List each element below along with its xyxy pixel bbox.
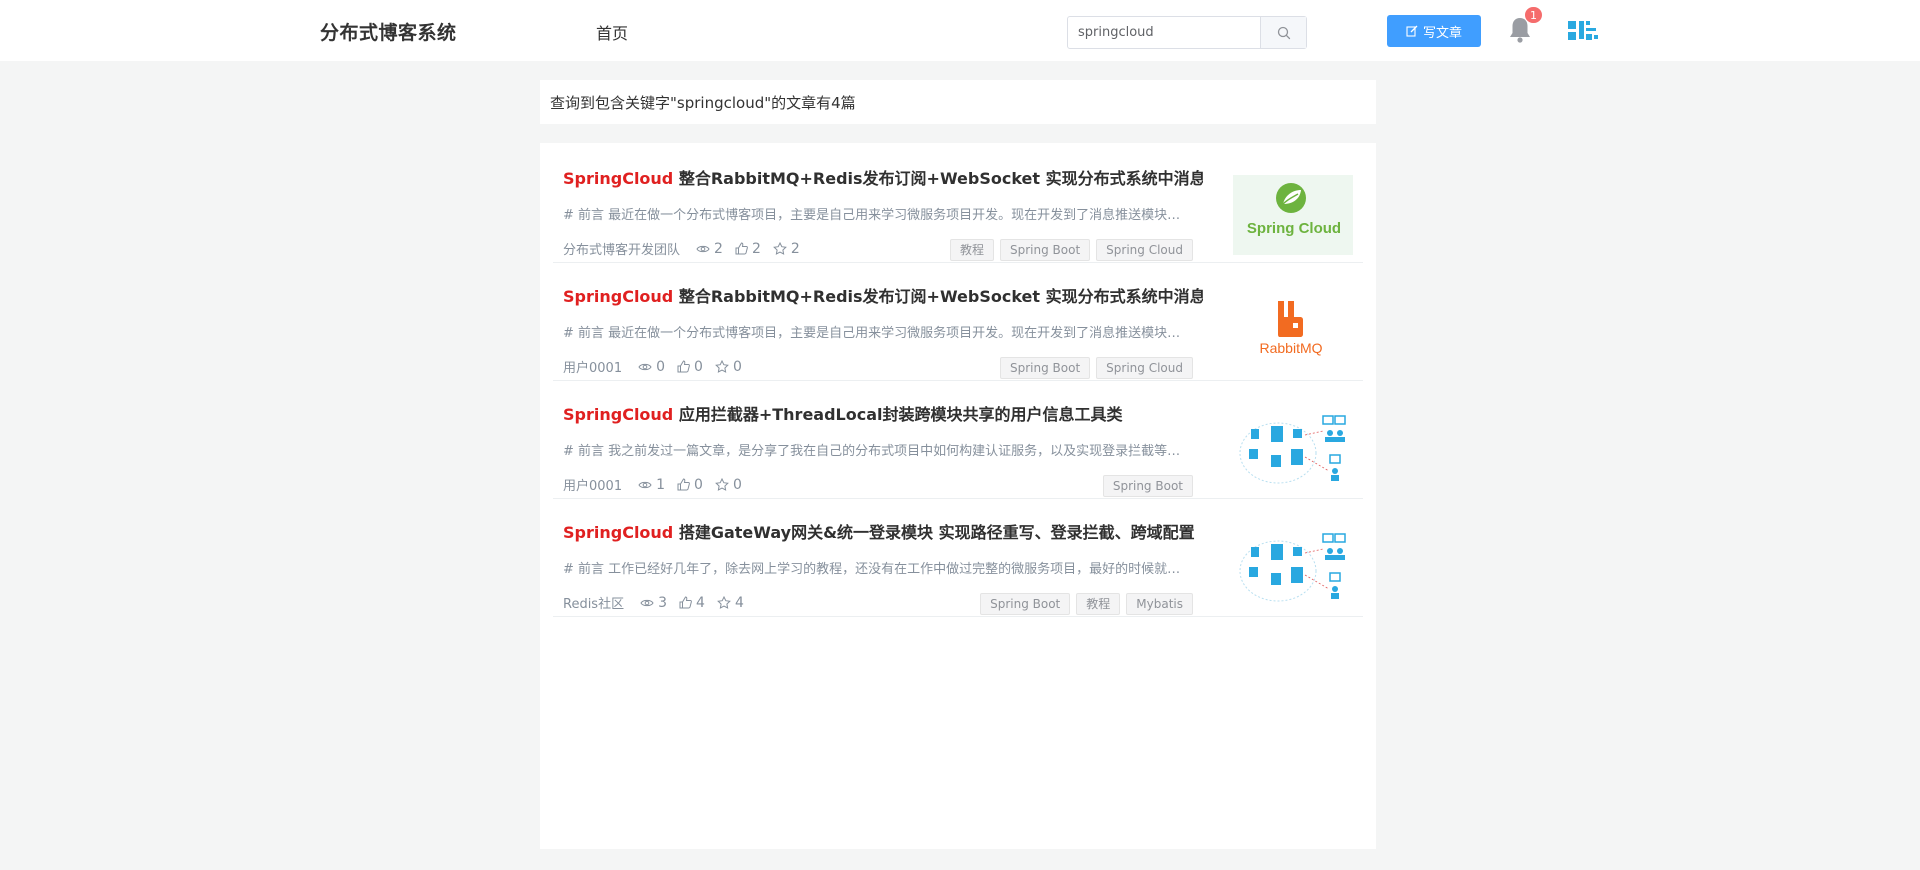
search-input[interactable]: [1068, 17, 1260, 48]
user-avatar[interactable]: [1562, 15, 1604, 47]
star-count-value: 4: [734, 594, 744, 611]
thumbs-up-icon: [677, 478, 690, 491]
article-meta: 分布式博客开发团队 2 2 2: [563, 239, 812, 259]
article-item[interactable]: SpringCloud 搭建GateWay网关&统一登录模块 实现路径重写、登录…: [553, 499, 1363, 617]
tag[interactable]: 教程: [1076, 593, 1121, 615]
article-author[interactable]: Redis社区: [563, 593, 624, 612]
thumbs-up-icon: [677, 360, 690, 373]
thumbs-up-icon: [735, 242, 748, 255]
search-icon: [1277, 26, 1290, 39]
view-count-value: 1: [656, 476, 666, 493]
article-author[interactable]: 分布式博客开发团队: [563, 239, 680, 258]
article-summary: # 前言 最近在做一个分布式博客项目，主要是自己用来学习微服务项目开发。现在开发…: [563, 326, 1193, 341]
thumbs-up-icon: [679, 596, 692, 609]
view-count-value: 0: [656, 358, 666, 375]
tag[interactable]: 教程: [949, 239, 994, 261]
article-summary: # 前言 我之前发过一篇文章，是分享了我在自己的分布式项目中如何构建认证服务，以…: [563, 444, 1193, 459]
search-button[interactable]: [1260, 17, 1306, 48]
view-count: 2: [696, 241, 723, 257]
star-count[interactable]: 4: [717, 595, 744, 611]
title-text: 整合RabbitMQ+Redis发布订阅+WebSocket 实现分布式系统中消…: [673, 169, 1203, 188]
tag[interactable]: Spring Boot: [1000, 239, 1091, 261]
eye-icon: [696, 245, 710, 252]
title-text: 整合RabbitMQ+Redis发布订阅+WebSocket 实现分布式系统中消…: [673, 287, 1203, 306]
tag[interactable]: Spring Boot: [980, 593, 1071, 615]
like-count[interactable]: 4: [679, 595, 705, 611]
like-count[interactable]: 0: [677, 477, 703, 493]
tag[interactable]: Spring Cloud: [1096, 239, 1193, 261]
article-title[interactable]: SpringCloud 整合RabbitMQ+Redis发布订阅+WebSock…: [563, 165, 1203, 189]
edit-icon: [1406, 25, 1418, 37]
title-keyword: SpringCloud: [563, 169, 674, 188]
eye-icon: [638, 481, 652, 488]
tag[interactable]: Spring Cloud: [1096, 357, 1193, 379]
star-count[interactable]: 0: [715, 477, 742, 493]
article-item[interactable]: SpringCloud 整合RabbitMQ+Redis发布订阅+WebSock…: [553, 263, 1363, 381]
star-count[interactable]: 0: [715, 359, 742, 375]
eye-icon: [640, 599, 654, 606]
article-list: SpringCloud 整合RabbitMQ+Redis发布订阅+WebSock…: [540, 143, 1376, 849]
view-count: 1: [638, 477, 665, 493]
rabbitmq-logo-text: RabbitMQ: [1259, 340, 1322, 356]
article-tags: Spring Boot Spring Cloud: [1000, 357, 1193, 379]
notification-badge: 1: [1524, 6, 1543, 24]
like-count-value: 0: [694, 476, 703, 493]
eye-icon: [638, 363, 652, 370]
search-result-text: 查询到包含关键字"springcloud"的文章有4篇: [550, 93, 856, 112]
article-item[interactable]: SpringCloud 应用拦截器+ThreadLocal封装跨模块共享的用户信…: [553, 381, 1363, 499]
microservice-diagram-thumbnail[interactable]: [1233, 529, 1353, 609]
article-title[interactable]: SpringCloud 整合RabbitMQ+Redis发布订阅+WebSock…: [563, 283, 1203, 307]
like-count[interactable]: 0: [677, 359, 703, 375]
article-tags: 教程 Spring Boot Spring Cloud: [949, 239, 1193, 261]
star-count-value: 2: [790, 240, 800, 257]
nav-home-link[interactable]: 首页: [596, 20, 628, 44]
star-icon: [715, 478, 729, 491]
tag[interactable]: Spring Boot: [1000, 357, 1091, 379]
view-count-value: 3: [658, 594, 668, 611]
write-article-label: 写文章: [1422, 25, 1462, 41]
like-count-value: 0: [694, 358, 703, 375]
article-item[interactable]: SpringCloud 整合RabbitMQ+Redis发布订阅+WebSock…: [553, 145, 1363, 263]
star-count-value: 0: [732, 476, 742, 493]
write-article-button[interactable]: 写文章: [1387, 15, 1481, 47]
article-meta: Redis社区 3 4 4: [563, 593, 756, 613]
view-count: 3: [640, 595, 667, 611]
article-summary: # 前言 工作已经好几年了，除去网上学习的教程，还没有在工作中做过完整的微服务项…: [563, 562, 1193, 577]
search-box: [1067, 16, 1307, 49]
star-icon: [715, 360, 729, 373]
view-count: 0: [638, 359, 665, 375]
site-logo[interactable]: 分布式博客系统: [320, 18, 457, 45]
rabbitmq-thumbnail[interactable]: RabbitMQ: [1233, 293, 1353, 373]
article-title[interactable]: SpringCloud 应用拦截器+ThreadLocal封装跨模块共享的用户信…: [563, 401, 1203, 425]
star-count-value: 0: [732, 358, 742, 375]
article-meta: 用户0001 1 0 0: [563, 475, 754, 495]
like-count[interactable]: 2: [735, 241, 761, 257]
article-title[interactable]: SpringCloud 搭建GateWay网关&统一登录模块 实现路径重写、登录…: [563, 519, 1203, 543]
star-icon: [772, 242, 787, 255]
title-text: 搭建GateWay网关&统一登录模块 实现路径重写、登录拦截、跨域配置: [673, 523, 1195, 542]
star-count[interactable]: 2: [772, 240, 800, 257]
article-author[interactable]: 用户0001: [563, 357, 622, 376]
article-tags: Spring Boot 教程 Mybatis: [980, 593, 1193, 615]
title-keyword: SpringCloud: [563, 405, 674, 424]
search-result-summary: 查询到包含关键字"springcloud"的文章有4篇: [540, 80, 1376, 124]
title-text: 应用拦截器+ThreadLocal封装跨模块共享的用户信息工具类: [673, 405, 1123, 424]
article-summary: # 前言 最近在做一个分布式博客项目，主要是自己用来学习微服务项目开发。现在开发…: [563, 208, 1193, 223]
star-icon: [717, 596, 731, 609]
like-count-value: 2: [751, 240, 761, 257]
article-meta: 用户0001 0 0 0: [563, 357, 754, 377]
tag[interactable]: Spring Boot: [1102, 475, 1193, 497]
tag[interactable]: Mybatis: [1126, 593, 1193, 615]
like-count-value: 4: [696, 594, 705, 611]
view-count-value: 2: [714, 240, 723, 257]
title-keyword: SpringCloud: [563, 287, 674, 306]
title-keyword: SpringCloud: [563, 523, 674, 542]
article-tags: Spring Boot: [1102, 475, 1193, 497]
article-author[interactable]: 用户0001: [563, 475, 622, 494]
top-navbar: 分布式博客系统 首页 写文章 1: [0, 0, 1920, 61]
spring-cloud-logo-text: Spring Cloud: [1247, 220, 1341, 237]
spring-cloud-thumbnail[interactable]: Spring Cloud: [1233, 175, 1353, 255]
microservice-diagram-thumbnail[interactable]: [1233, 411, 1353, 491]
